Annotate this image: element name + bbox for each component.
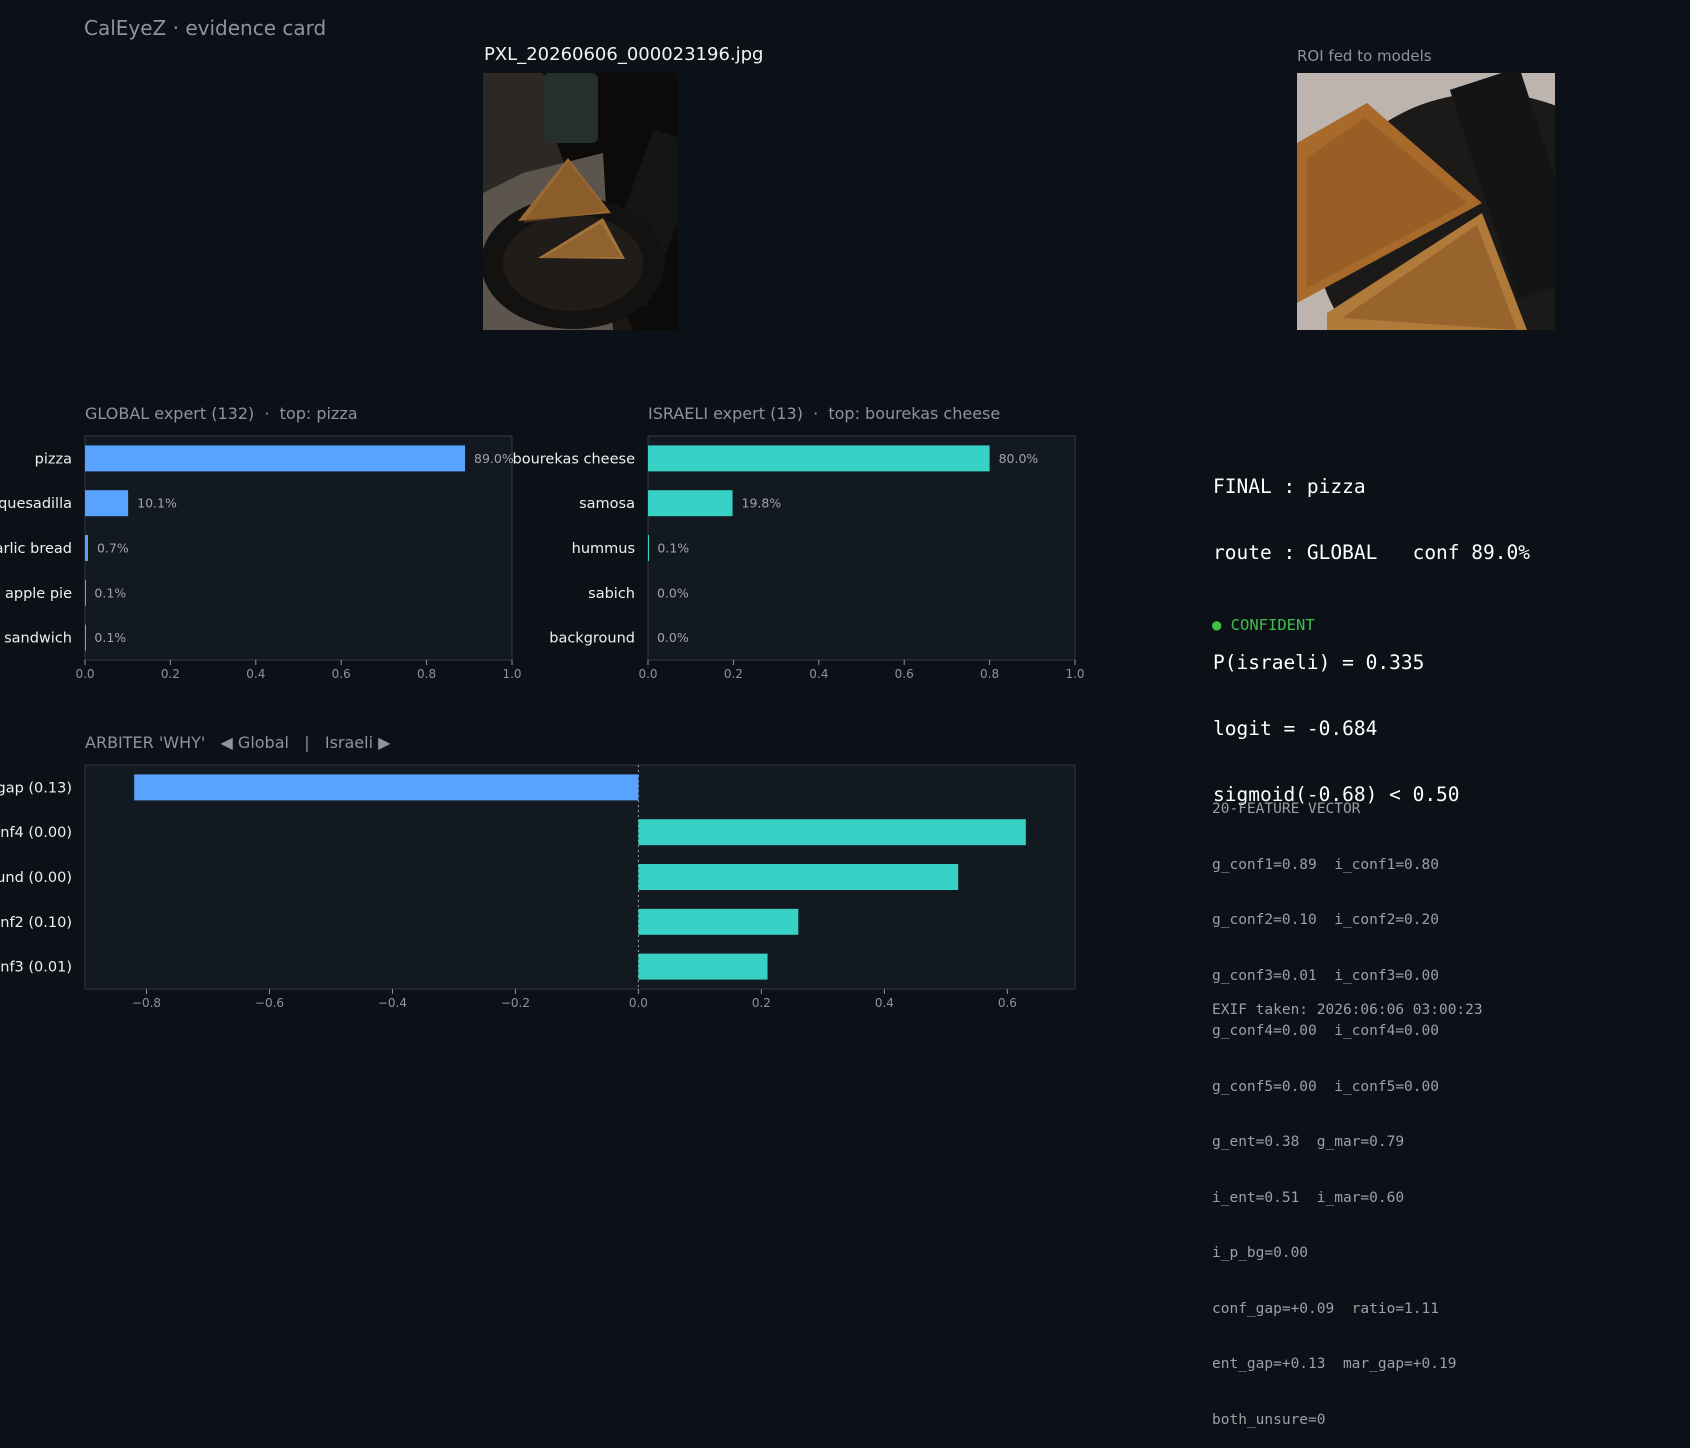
bar [85,490,129,517]
feature-line: i_p_bg=0.00 [1212,1245,1309,1261]
x-tick-label: 0.2 [161,667,180,681]
feature-line: g_conf2=0.10 i_conf2=0.20 [1212,912,1439,928]
x-tick-label: 1.0 [502,667,521,681]
bar [648,445,990,472]
bar [638,953,768,980]
x-tick-label: 0.4 [246,667,265,681]
bar [85,624,86,651]
x-tick-label: 0.2 [752,996,771,1010]
feature-line: g_conf5=0.00 i_conf5=0.00 [1212,1078,1439,1095]
category-label: pizza [35,451,72,467]
feature-line: conf_gap=+0.09 ratio=1.11 [1212,1300,1439,1317]
value-label: 10.1% [137,496,177,511]
category-label: hummus [572,541,635,557]
bar [134,774,639,801]
feature-line: i_ent=0.51 i_mar=0.60 [1212,1189,1405,1206]
category-label: samosa [579,496,635,512]
category-label: sabich [588,586,635,602]
value-label: 89.0% [474,451,514,466]
chart-title: ARBITER 'WHY' ◀ Global | Israeli ▶ [85,733,391,752]
feature-line: g_conf1=0.89 i_conf1=0.80 [1212,856,1439,873]
category-label: und (0.00) [0,870,72,886]
x-tick-label: 0.6 [332,667,351,681]
feature-line: g_conf4=0.00 i_conf4=0.00 [1212,1023,1439,1039]
x-tick-label: 0.6 [895,667,914,681]
feature-vector-panel: 20-FEATURE VECTOR g_conf1=0.89 i_conf1=0… [1212,763,1456,1448]
value-label: 0.0% [657,630,689,645]
x-tick-label: −0.4 [378,996,407,1010]
final-line: P(israeli) = 0.335 [1213,651,1425,674]
bar [638,819,1026,846]
chart-title: ISRAELI expert (13) · top: bourekas chee… [648,404,1000,423]
bar [648,535,649,561]
feature-line: g_ent=0.38 g_mar=0.79 [1212,1134,1405,1150]
bar [85,535,88,561]
category-label: bourekas cheese [513,451,636,467]
bar [85,445,466,472]
x-tick-label: 0.0 [75,667,94,681]
category-label: onf3 (0.01) [0,960,72,976]
x-tick-label: 0.2 [724,667,743,681]
category-label: sandwich [4,631,72,647]
x-tick-label: 1.0 [1065,667,1084,681]
value-label: 0.1% [94,585,126,600]
feature-vector-title: 20-FEATURE VECTOR [1212,801,1361,817]
final-line: logit = -0.684 [1213,717,1378,740]
x-tick-label: −0.8 [132,996,161,1010]
x-tick-label: 0.4 [809,667,828,681]
x-tick-label: 0.8 [980,667,999,681]
final-line: route : GLOBAL conf 89.0% [1213,541,1530,564]
bar [638,908,799,935]
x-tick-label: −0.6 [255,996,284,1010]
value-label: 80.0% [999,451,1039,466]
bar [648,490,733,517]
value-label: 0.7% [97,541,129,556]
category-label: onf2 (0.10) [0,915,72,931]
bar [85,579,86,606]
chart-title: GLOBAL expert (132) · top: pizza [85,404,358,423]
confidence-status: ● CONFIDENT [1212,616,1315,634]
category-label: gap (0.13) [0,780,72,796]
category-label: onf4 (0.00) [0,825,72,841]
x-tick-label: 0.0 [629,996,648,1010]
x-tick-label: 0.0 [638,667,657,681]
value-label: 19.8% [742,496,782,511]
category-label: garlic bread [0,541,72,557]
category-label: apple pie [5,586,72,602]
x-tick-label: 0.6 [998,996,1017,1010]
bar [638,864,959,890]
value-label: 0.1% [657,541,689,556]
value-label: 0.1% [94,630,126,645]
x-tick-label: 0.8 [417,667,436,681]
exif-timestamp: EXIF taken: 2026:06:06 03:00:23 [1212,1002,1483,1018]
x-tick-label: 0.4 [875,996,894,1010]
feature-line: ent_gap=+0.13 mar_gap=+0.19 [1212,1356,1457,1372]
feature-line: g_conf3=0.01 i_conf3=0.00 [1212,967,1439,984]
feature-line: both_unsure=0 [1212,1411,1326,1428]
final-line: FINAL : pizza [1213,475,1366,498]
value-label: 0.0% [657,585,689,600]
category-label: background [549,631,635,647]
x-tick-label: −0.2 [501,996,530,1010]
category-label: quesadilla [0,496,72,512]
